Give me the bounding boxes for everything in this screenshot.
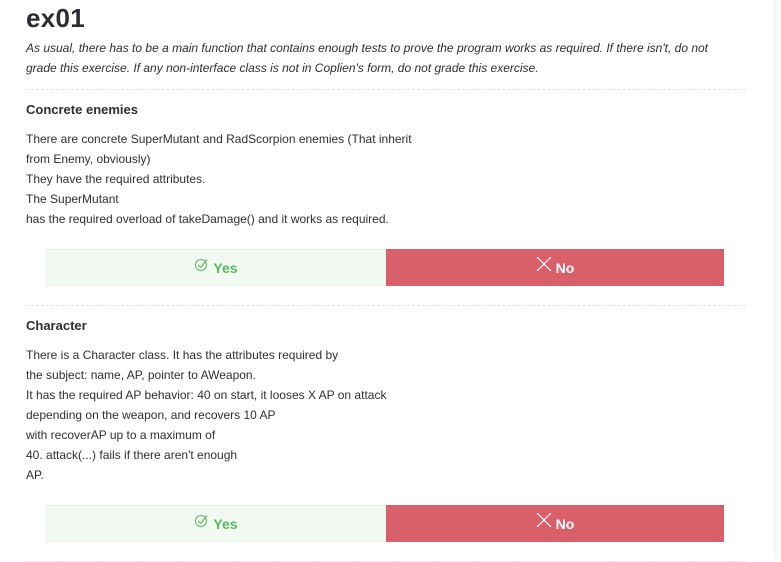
grade-buttons: Yes No — [46, 505, 724, 542]
yes-button[interactable]: Yes — [46, 249, 386, 286]
grade-buttons: Yes No — [46, 249, 724, 286]
exercise-intro: As usual, there has to be a main functio… — [26, 41, 709, 75]
section-concrete-enemies: Concrete enemies There are concrete Supe… — [26, 101, 746, 286]
exercise-title: ex01 — [26, 3, 86, 33]
x-icon — [536, 512, 552, 531]
x-icon — [536, 256, 552, 275]
check-circle-icon — [194, 513, 209, 531]
divider — [26, 305, 746, 306]
scrollbar[interactable] — [774, 0, 781, 559]
no-label: No — [555, 259, 575, 276]
divider — [26, 89, 746, 90]
check-circle-icon — [194, 257, 209, 275]
yes-label: Yes — [213, 515, 238, 532]
section-character: Character There is a Character class. It… — [26, 317, 746, 542]
section-title: Character — [26, 318, 87, 333]
yes-button[interactable]: Yes — [46, 505, 386, 542]
section-title: Concrete enemies — [26, 102, 138, 117]
section-description: There are concrete SuperMutant and RadSc… — [26, 132, 412, 226]
yes-label: Yes — [213, 259, 238, 276]
exercise-page: ex01 As usual, there has to be a main fu… — [26, 0, 746, 562]
no-label: No — [555, 515, 575, 532]
section-description: There is a Character class. It has the a… — [26, 348, 387, 482]
no-button[interactable]: No — [386, 249, 724, 286]
no-button[interactable]: No — [386, 505, 724, 542]
